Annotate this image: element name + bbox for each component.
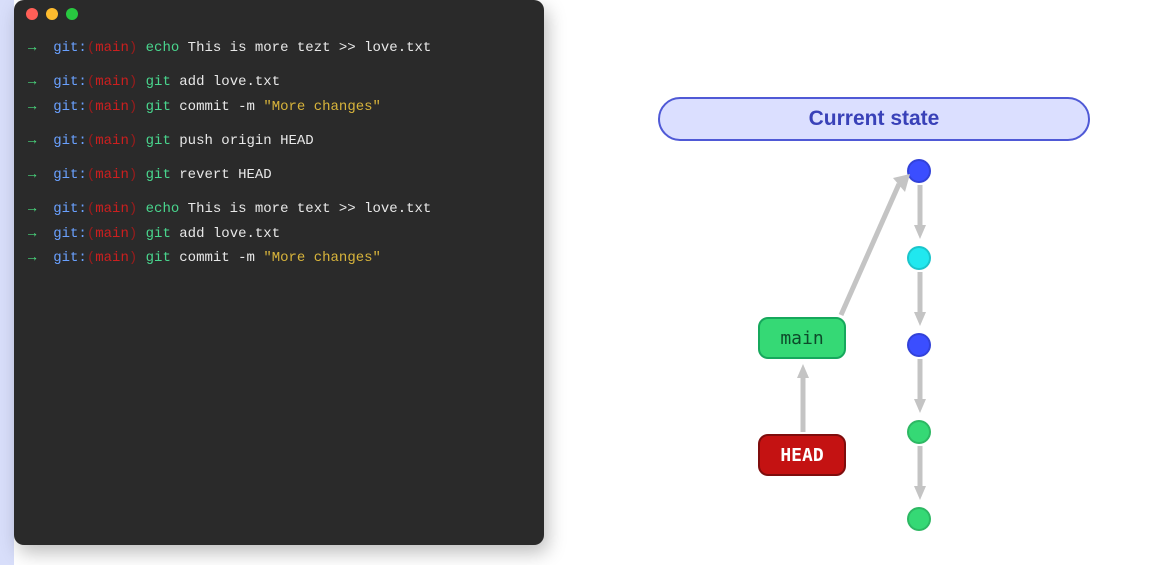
maximize-icon[interactable] xyxy=(66,8,78,20)
minimize-icon[interactable] xyxy=(46,8,58,20)
page-left-accent xyxy=(0,0,14,565)
arrow-icon xyxy=(913,359,927,415)
commit-node xyxy=(907,159,931,183)
git-diagram: Current state main HEAD xyxy=(580,0,1155,565)
arrow-icon xyxy=(913,185,927,241)
terminal-content: → git:(main) echo This is more tezt >> l… xyxy=(14,28,544,282)
terminal-line: → git:(main) echo This is more text >> l… xyxy=(28,199,530,219)
commit-node xyxy=(907,507,931,531)
terminal-line: → git:(main) git add love.txt xyxy=(28,72,530,92)
commit-node xyxy=(907,333,931,357)
terminal-line: → git:(main) git add love.txt xyxy=(28,224,530,244)
terminal-window: → git:(main) echo This is more tezt >> l… xyxy=(14,0,544,545)
diagram-title: Current state xyxy=(658,97,1090,141)
terminal-line: → git:(main) git commit -m "More changes… xyxy=(28,97,530,117)
terminal-line: → git:(main) git revert HEAD xyxy=(28,165,530,185)
terminal-line: → git:(main) git commit -m "More changes… xyxy=(28,248,530,268)
arrow-icon xyxy=(913,446,927,502)
close-icon[interactable] xyxy=(26,8,38,20)
arrow-icon xyxy=(825,160,915,322)
branch-label-main: main xyxy=(758,317,846,359)
commit-node xyxy=(907,246,931,270)
terminal-line: → git:(main) echo This is more tezt >> l… xyxy=(28,38,530,58)
arrow-icon xyxy=(793,360,813,434)
window-titlebar xyxy=(14,0,544,28)
terminal-line: → git:(main) git push origin HEAD xyxy=(28,131,530,151)
commit-node xyxy=(907,420,931,444)
arrow-icon xyxy=(913,272,927,328)
branch-label-head: HEAD xyxy=(758,434,846,476)
